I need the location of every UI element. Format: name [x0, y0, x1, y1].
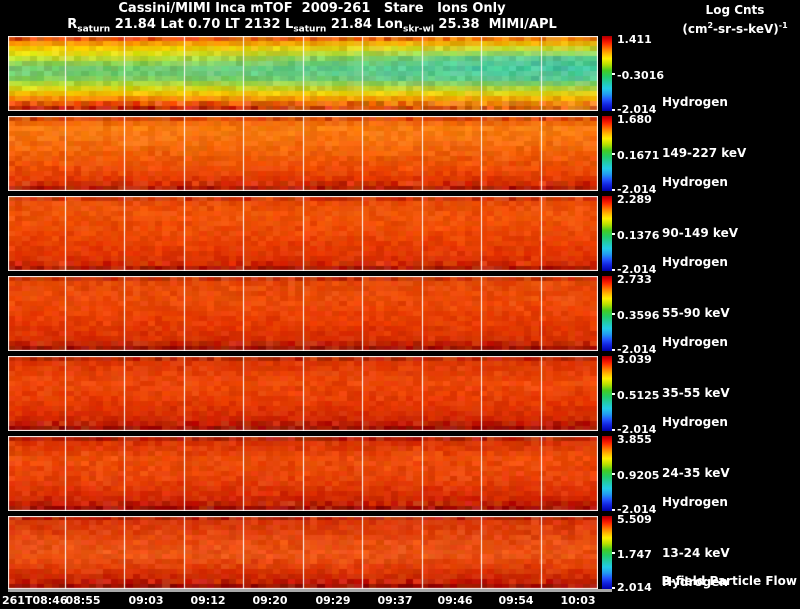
subtitle-r-base: R	[67, 17, 78, 32]
subtitle-seg-b: 21.84	[326, 17, 377, 32]
plot-title: Cassini/MIMI Inca mTOF 2009-261 Stare Io…	[118, 1, 506, 16]
units-mid: -sr-s-keV)	[713, 22, 779, 36]
time-axis-bar	[8, 589, 612, 592]
scale-max-label-5: 3.039	[617, 353, 652, 366]
subtitle-l-sub: saturn	[293, 24, 327, 35]
panel-species-2: Hydrogen	[662, 175, 728, 189]
colorbar-1	[602, 36, 615, 111]
heatmap-hydrogen-149-227	[8, 36, 598, 111]
x-tick-label-6: 09:37	[377, 594, 413, 607]
x-tick-label-9: 10:03	[560, 594, 596, 607]
x-tick-label-4: 09:20	[252, 594, 288, 607]
scale-min-label-7: 2.014	[617, 581, 652, 594]
heatmap-hydrogen-5-13	[8, 516, 598, 589]
panel-species-5: Hydrogen	[662, 415, 728, 429]
colorbar-legend: Log Cnts (cm2-sr-s-keV)-1	[670, 3, 800, 37]
colorbar-6	[602, 436, 615, 511]
panel-species-1: Hydrogen	[662, 95, 728, 109]
scale-max-label-3: 2.289	[617, 193, 652, 206]
spectrogram-page: Cassini/MIMI Inca mTOF 2009-261 Stare Io…	[0, 0, 800, 609]
scale-mid-label-3: 0.1376	[617, 228, 660, 242]
scale-mid-label-7: 1.747	[617, 547, 652, 561]
heatmap-hydrogen-13-24	[8, 436, 598, 511]
x-tick-label-8: 09:54	[498, 594, 534, 607]
colorbar-7	[602, 516, 615, 589]
time-axis-ticks: 261T08:46 08:55 09:03 09:12 09:20 09:29 …	[0, 594, 800, 608]
plot-header: Cassini/MIMI Inca mTOF 2009-261 Stare Io…	[0, 1, 624, 38]
colorbar-5	[602, 356, 615, 431]
scale-mid-label-1: -0.3016	[617, 68, 665, 82]
x-tick-label-3: 09:12	[190, 594, 226, 607]
heatmap-hydrogen-24-35	[8, 356, 598, 431]
panel-species-4: Hydrogen	[662, 335, 728, 349]
subtitle-seg-a: 21.84 Lat 0.70 LT 2132	[110, 17, 286, 32]
x-tick-label-0: 261T08:46	[2, 594, 68, 607]
x-tick-label-1: 08:55	[65, 594, 101, 607]
subtitle-lon-base: Lon	[376, 17, 403, 32]
scale-max-label-2: 1.680	[617, 113, 652, 126]
scale-mid-label-5: 0.5125	[617, 388, 660, 402]
scale-mid-label-4: 0.3596	[617, 308, 660, 322]
x-tick-label-5: 09:29	[315, 594, 351, 607]
x-tick-label-7: 09:46	[437, 594, 473, 607]
scale-max-label-6: 3.855	[617, 433, 652, 446]
panel-species-3: Hydrogen	[662, 255, 728, 269]
scale-max-label-7: 5.509	[617, 513, 652, 526]
panel-species-6: Hydrogen	[662, 495, 728, 509]
subtitle-lon-sub: skr-wl	[402, 24, 434, 35]
units-sup-exp: -1	[778, 21, 788, 30]
heatmap-hydrogen-90-149	[8, 116, 598, 191]
colorbar-4	[602, 276, 615, 351]
scale-max-label-4: 2.733	[617, 273, 652, 286]
colorbar-2	[602, 116, 615, 191]
subtitle-seg-c: 25.38 MIMI/APL	[433, 17, 557, 32]
scale-mid-label-6: 0.9205	[617, 468, 660, 482]
colorbar-legend-title: Log Cnts	[705, 3, 765, 17]
scale-mid-label-2: 0.1671	[617, 148, 660, 162]
x-tick-label-2: 09:03	[128, 594, 164, 607]
bfield-particle-flow-label: B-field Particle Flow	[661, 574, 797, 588]
colorbar-legend-units: (cm2-sr-s-keV)-1	[670, 18, 800, 37]
plot-subtitle: Rsaturn 21.84 Lat 0.70 LT 2132 Lsaturn 2…	[0, 17, 624, 38]
heatmap-hydrogen-35-55	[8, 276, 598, 351]
colorbar-3	[602, 196, 615, 271]
heatmap-hydrogen-55-90	[8, 196, 598, 271]
units-pre: (cm	[682, 22, 708, 36]
subtitle-r-sub: saturn	[77, 24, 111, 35]
